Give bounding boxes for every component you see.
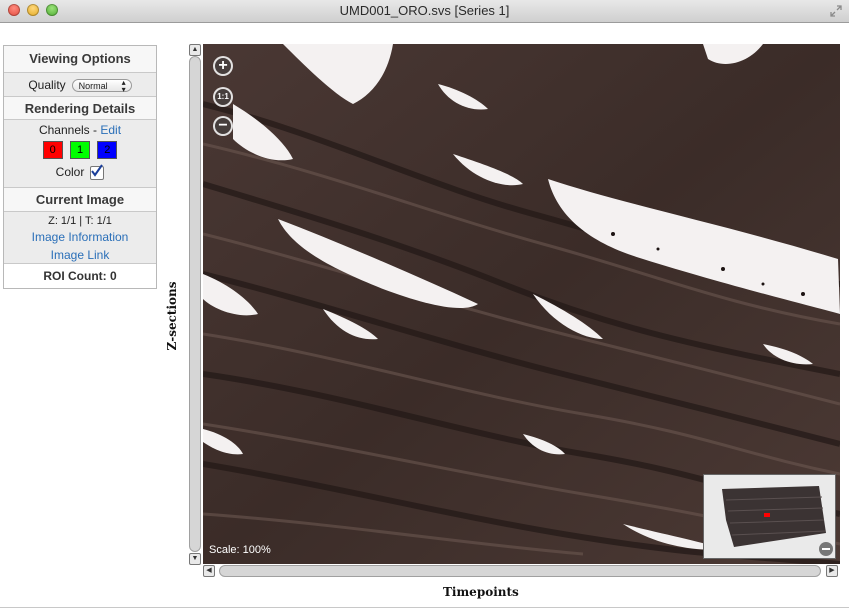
zt-info: Z: 1/1 | T: 1/1 (48, 215, 112, 227)
roi-count: ROI Count: 0 (4, 263, 156, 289)
color-row: Color (4, 164, 156, 180)
rendering-details-heading: Rendering Details (4, 96, 156, 120)
fullscreen-icon[interactable] (829, 4, 843, 18)
channels-label: Channels - (38, 123, 97, 137)
color-label: Color (55, 165, 85, 179)
channel-buttons: 0 1 2 (4, 141, 156, 159)
timepoints-track[interactable] (219, 565, 821, 577)
current-image-heading: Current Image (4, 187, 156, 212)
window-title: UMD001_ORO.svs [Series 1] (339, 3, 510, 18)
one-to-one-button[interactable]: 1:1 (213, 87, 233, 107)
overview-image (722, 486, 826, 547)
quality-label: Quality (28, 78, 66, 92)
scale-label: Scale: 100% (209, 544, 271, 556)
color-checkbox[interactable] (90, 164, 105, 180)
scroll-left-icon[interactable]: ◀ (203, 565, 215, 577)
viewing-options-panel: Viewing Options Quality Normal ▴ ▾ Renderin… (3, 45, 157, 289)
title-bar: UMD001_ORO.svs [Series 1] (0, 0, 849, 23)
scroll-down-icon[interactable]: ▼ (189, 553, 201, 565)
channels-section: Channels - Edit 0 1 2 Color (4, 119, 156, 188)
z-sections-scrollbar[interactable]: ▲ ▼ (189, 44, 201, 565)
app-window: UMD001_ORO.svs [Series 1] Viewing Option… (0, 0, 849, 611)
image-link[interactable]: Image Link (4, 246, 156, 264)
overview-thumbnail[interactable] (703, 474, 836, 559)
z-sections-track[interactable] (189, 56, 201, 552)
zoom-in-button[interactable]: + (213, 56, 233, 76)
viewing-options-heading: Viewing Options (4, 46, 156, 72)
image-information-link[interactable]: Image Information (4, 228, 156, 246)
checkmark-icon (91, 164, 104, 177)
channel-1-button[interactable]: 1 (70, 141, 90, 159)
channel-0-button[interactable]: 0 (42, 141, 63, 159)
image-viewport[interactable]: + 1:1 − Scale: 100% (203, 44, 840, 564)
channel-2-button[interactable]: 2 (97, 141, 118, 159)
minimize-overview-icon[interactable] (819, 542, 833, 556)
quality-value: Normal (78, 81, 108, 92)
window-bottom-divider (0, 607, 849, 608)
zoom-out-button[interactable]: − (213, 116, 233, 136)
quality-select[interactable]: Normal ▴ ▾ (71, 78, 132, 95)
channels-edit-link[interactable]: Edit (100, 123, 121, 137)
scroll-up-icon[interactable]: ▲ (189, 44, 201, 56)
timepoints-scrollbar[interactable]: ◀ ▶ (203, 565, 840, 577)
scroll-right-icon[interactable]: ▶ (826, 565, 838, 577)
viewport-marker (764, 513, 770, 517)
current-image-section: Z: 1/1 | T: 1/1 Image Information Image … (4, 211, 156, 264)
select-arrows-icon: ▴ ▾ (121, 78, 126, 95)
channels-row: Channels - Edit (4, 122, 156, 138)
timepoints-label: Timepoints (443, 585, 519, 599)
z-sections-label: Z-sections (165, 281, 179, 351)
quality-row: Quality Normal ▴ ▾ (4, 72, 156, 97)
